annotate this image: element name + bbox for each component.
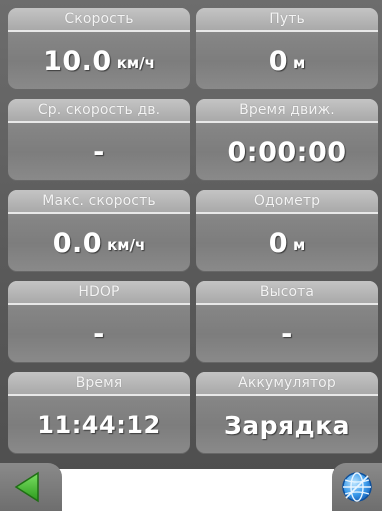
globe-icon [342,472,372,502]
globe-button[interactable] [332,463,382,511]
altitude-tile: Высота - [196,281,378,363]
distance-unit: м [293,54,306,72]
moving-time-tile: Время движ. 0:00:00 [196,99,378,181]
speed-label: Скорость [64,11,134,27]
avg-moving-speed-value: - [93,136,105,168]
odometer-value: 0 [268,227,289,259]
distance-tile: Путь 0м [196,8,378,90]
avg-moving-speed-label: Ср. скорость дв. [37,102,161,118]
moving-time-label: Время движ. [239,102,335,118]
moving-time-value: 0:00:00 [227,136,347,168]
time-value: 11:44:12 [37,411,161,439]
altitude-value: - [281,318,293,350]
battery-label: Аккумулятор [238,375,336,391]
speed-unit: км/ч [116,54,155,72]
max-speed-value: 0.0 [52,227,103,259]
distance-value: 0 [268,45,289,77]
bottom-toolbar [0,463,382,511]
hdop-value: - [93,318,105,350]
odometer-unit: м [293,236,306,254]
battery-value: Зарядка [223,410,351,440]
toolbar-blank-area [48,469,334,511]
battery-tile: Аккумулятор Зарядка [196,372,378,454]
hdop-label: HDOP [78,284,120,300]
time-tile: Время 11:44:12 [8,372,190,454]
back-arrow-icon [14,471,39,503]
altitude-label: Высота [259,284,315,300]
max-speed-unit: км/ч [107,236,146,254]
speed-value: 10.0 [43,45,112,77]
speed-tile: Скорость 10.0 км/ч [8,8,190,90]
odometer-label: Одометр [253,193,321,209]
stats-grid: Скорость 10.0 км/ч Путь 0м Ср. скорость д… [8,8,378,456]
max-speed-tile: Макс. скорость 0.0 км/ч [8,190,190,272]
avg-moving-speed-tile: Ср. скорость дв. - [8,99,190,181]
gps-info-screen: Скорость 10.0 км/ч Путь 0м Ср. скорость д… [0,0,382,511]
hdop-tile: HDOP - [8,281,190,363]
odometer-tile: Одометр 0м [196,190,378,272]
time-label: Время [75,375,123,391]
distance-label: Путь [269,11,305,27]
max-speed-label: Макс. скорость [42,193,156,209]
back-button[interactable] [0,463,62,511]
